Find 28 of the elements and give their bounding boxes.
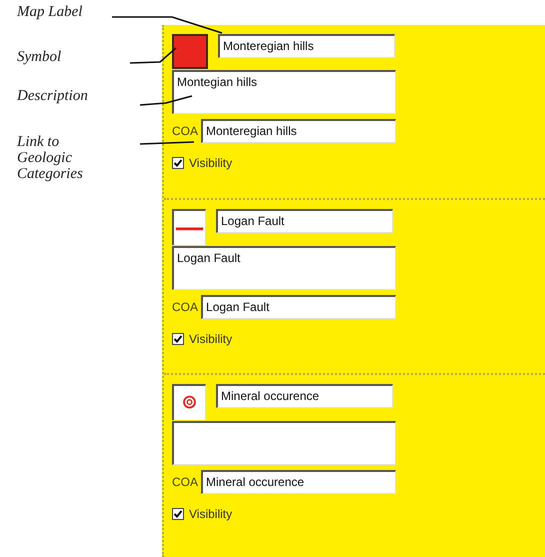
description-field[interactable]: Logan Fault <box>172 246 396 290</box>
description-field[interactable]: Montegian hills <box>172 70 396 114</box>
map-label-field[interactable]: Logan Fault <box>216 209 393 233</box>
coa-field[interactable]: Logan Fault <box>201 295 396 319</box>
map-label-field[interactable]: Mineral occurence <box>216 384 393 408</box>
coa-field[interactable]: Monteregian hills <box>201 119 396 143</box>
visibility-label: Visibility <box>189 332 232 346</box>
description-field[interactable] <box>172 421 396 465</box>
map-label-field[interactable]: Monteregian hills <box>218 34 395 58</box>
annotation-label: Description <box>17 88 88 104</box>
visibility-label: Visibility <box>189 507 232 521</box>
target-icon[interactable] <box>172 384 206 420</box>
visibility-checkbox[interactable] <box>172 157 184 169</box>
coa-field[interactable]: Mineral occurence <box>201 470 396 494</box>
line-symbol-icon[interactable] <box>172 209 206 245</box>
visibility-checkbox[interactable] <box>172 508 184 520</box>
coa-label: COA <box>172 124 198 138</box>
annotation-label: Map Label <box>17 4 82 20</box>
coa-label: COA <box>172 475 198 489</box>
visibility-checkbox[interactable] <box>172 333 184 345</box>
leader-line <box>130 47 176 64</box>
annotation-label: Symbol <box>17 49 62 65</box>
symbol-swatch[interactable] <box>172 34 208 69</box>
leader-line <box>140 95 192 106</box>
annotation-label: Link to Geologic Categories <box>17 134 84 182</box>
visibility-label: Visibility <box>189 156 232 170</box>
leader-line <box>140 141 194 145</box>
coa-label: COA <box>172 300 198 314</box>
